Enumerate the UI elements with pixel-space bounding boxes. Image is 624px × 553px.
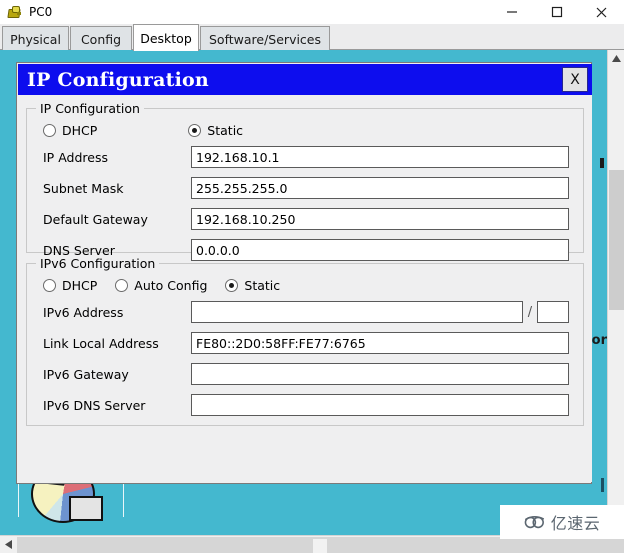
device-icon xyxy=(6,4,22,20)
scroll-left-arrow-icon[interactable] xyxy=(0,536,17,553)
radio-ipv6-static-dot xyxy=(225,278,239,292)
minimize-button[interactable] xyxy=(489,0,534,24)
radio-ipv6-auto-config-dot xyxy=(115,278,129,292)
dialog-titlebar: IP Configuration X xyxy=(18,64,592,95)
tab-desktop-label: Desktop xyxy=(140,30,192,46)
ipv6-prefix-separator: / xyxy=(527,304,533,320)
horizontal-scrollbar-thumb[interactable] xyxy=(313,539,327,553)
field-ip-address: IP Address 192.168.10.1 xyxy=(43,145,569,169)
radio-ipv6-auto-config-label: Auto Config xyxy=(134,277,208,293)
ipv6-prefix-length-input[interactable] xyxy=(537,301,569,323)
tab-config-label: Config xyxy=(80,31,122,47)
subnet-mask-label: Subnet Mask xyxy=(43,180,124,196)
ipv4-group-legend: IP Configuration xyxy=(36,101,144,116)
background-hidden-text: or xyxy=(591,333,607,348)
ipv4-configuration-group: IP Configuration DHCP Static IP Address xyxy=(26,101,584,261)
background-artifact xyxy=(600,158,604,168)
link-local-address-label: Link Local Address xyxy=(43,335,159,351)
default-gateway-label: Default Gateway xyxy=(43,211,148,227)
dialog-body: IP Configuration DHCP Static IP Address xyxy=(18,95,592,482)
dialog-close-button[interactable]: X xyxy=(562,67,588,92)
radio-ipv6-dhcp-dot xyxy=(43,278,56,292)
watermark-text: 亿速云 xyxy=(550,514,601,533)
tab-strip: Physical Config Desktop Software/Service… xyxy=(0,24,624,51)
maximize-button[interactable] xyxy=(534,0,579,24)
ipv6-address-label: IPv6 Address xyxy=(43,304,124,320)
tab-software-services-label: Software/Services xyxy=(208,31,322,47)
radio-ipv6-static[interactable]: Static xyxy=(225,278,280,293)
ipv6-configuration-group: IPv6 Configuration DHCP Auto Config Stat… xyxy=(26,256,584,426)
close-button[interactable] xyxy=(579,0,624,24)
radio-ipv4-dhcp[interactable]: DHCP xyxy=(43,123,97,138)
ipv6-gateway-input[interactable] xyxy=(191,363,569,385)
field-ipv6-address: IPv6 Address / xyxy=(43,300,569,324)
field-subnet-mask: Subnet Mask 255.255.255.0 xyxy=(43,176,569,200)
ipv6-address-input[interactable] xyxy=(191,301,523,323)
window-title: PC0 xyxy=(29,5,53,19)
ip-address-label: IP Address xyxy=(43,149,108,165)
dns-server-input[interactable]: 0.0.0.0 xyxy=(191,239,569,261)
field-ipv6-dns-server: IPv6 DNS Server xyxy=(43,393,569,417)
field-link-local-address: Link Local Address FE80::2D0:58FF:FE77:6… xyxy=(43,331,569,355)
ipv6-mode-radio-group: DHCP Auto Config Static xyxy=(43,276,284,294)
ipv6-gateway-label: IPv6 Gateway xyxy=(43,366,129,382)
field-ipv6-gateway: IPv6 Gateway xyxy=(43,362,569,386)
watermark: 亿速云 xyxy=(500,505,624,539)
field-default-gateway: Default Gateway 192.168.10.250 xyxy=(43,207,569,231)
cloud-icon xyxy=(524,516,544,529)
scroll-up-arrow-icon[interactable] xyxy=(608,50,624,67)
vertical-scrollbar-thumb[interactable] xyxy=(609,170,624,310)
window-controls xyxy=(489,0,624,24)
radio-ipv4-static-dot xyxy=(188,123,202,137)
horizontal-scrollbar-track[interactable] xyxy=(17,537,624,553)
radio-ipv4-dhcp-dot xyxy=(43,123,56,137)
tab-config[interactable]: Config xyxy=(70,26,132,51)
ip-address-input[interactable]: 192.168.10.1 xyxy=(191,146,569,168)
ipv4-mode-radio-group: DHCP Static xyxy=(43,121,247,139)
tab-software-services[interactable]: Software/Services xyxy=(200,26,330,51)
radio-ipv4-dhcp-label: DHCP xyxy=(62,122,98,138)
ipv6-dns-server-input[interactable] xyxy=(191,394,569,416)
radio-ipv6-static-label: Static xyxy=(244,277,281,293)
subnet-mask-input[interactable]: 255.255.255.0 xyxy=(191,177,569,199)
default-gateway-input[interactable]: 192.168.10.250 xyxy=(191,208,569,230)
tab-physical-label: Physical xyxy=(10,31,61,47)
window-titlebar: PC0 xyxy=(0,0,624,24)
ipv6-dns-server-label: IPv6 DNS Server xyxy=(43,397,146,413)
tab-physical[interactable]: Physical xyxy=(2,26,69,51)
pc0-window: PC0 Physical Config Desktop Software/Ser… xyxy=(0,0,624,553)
radio-ipv6-auto-config[interactable]: Auto Config xyxy=(115,278,207,293)
packet-tracer-desktop: or IP Configuration X IP Configuration D… xyxy=(0,50,624,535)
radio-ipv4-static-label: Static xyxy=(207,122,244,138)
radio-ipv6-dhcp[interactable]: DHCP xyxy=(43,278,97,293)
dialog-title: IP Configuration xyxy=(27,68,209,91)
link-local-address-input[interactable]: FE80::2D0:58FF:FE77:6765 xyxy=(191,332,569,354)
ip-configuration-dialog: IP Configuration X IP Configuration DHCP xyxy=(16,62,592,484)
ipv6-group-legend: IPv6 Configuration xyxy=(36,256,160,271)
tab-desktop[interactable]: Desktop xyxy=(133,24,199,51)
radio-ipv4-static[interactable]: Static xyxy=(188,123,243,138)
radio-ipv6-dhcp-label: DHCP xyxy=(62,277,98,293)
